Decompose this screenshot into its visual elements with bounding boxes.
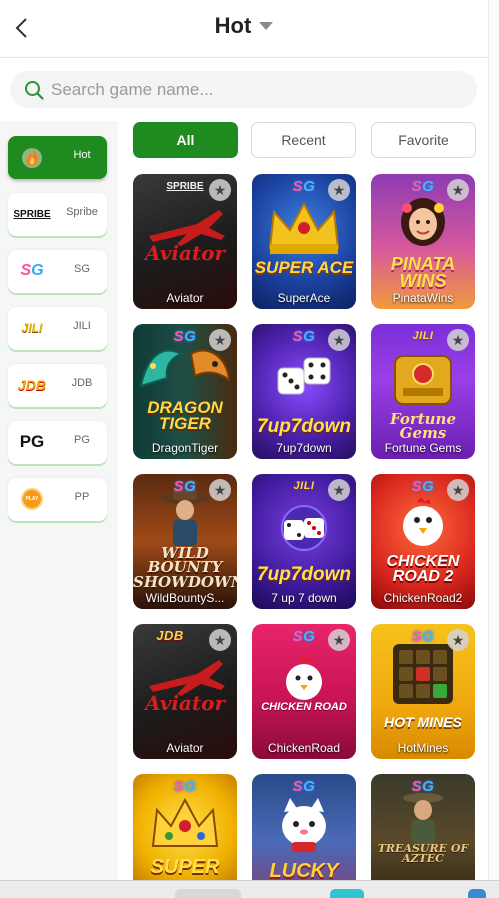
game-name: HotMines — [397, 741, 449, 755]
tab-favorite[interactable]: Favorite — [371, 122, 476, 158]
sidebar-item-pp[interactable]: PLAY PP — [8, 478, 107, 521]
gem-idol-art — [394, 355, 452, 405]
search-input[interactable] — [51, 71, 461, 108]
star-icon[interactable]: ★ — [209, 629, 231, 651]
star-icon[interactable]: ★ — [209, 329, 231, 351]
game-card[interactable]: SUPER SG — [133, 774, 237, 880]
nav-item[interactable] — [175, 889, 241, 898]
sidebar-item-label: Spribe — [66, 206, 98, 218]
scrollbar[interactable] — [488, 0, 499, 880]
chicken-art — [403, 498, 443, 546]
sg-logo-icon: SG — [20, 262, 44, 279]
star-icon[interactable]: ★ — [209, 479, 231, 501]
nav-item[interactable] — [330, 889, 364, 898]
game-card[interactable]: WILD BOUNTY SHOWDOWN SG ★ WildBountyS... — [133, 474, 237, 609]
game-card[interactable]: 7up7down JILI ★ 7 up 7 down — [252, 474, 356, 609]
star-icon[interactable]: ★ — [447, 329, 469, 351]
sidebar-item-label: PP — [74, 491, 90, 503]
lucky-cat-art — [282, 798, 326, 852]
star-icon[interactable]: ★ — [447, 479, 469, 501]
sidebar-item-label: JDB — [71, 377, 93, 389]
game-card[interactable]: HOT MINES SG ★ HotMines — [371, 624, 475, 759]
game-name: Aviator — [166, 741, 204, 755]
game-card[interactable]: TREASURE OF AZTEC SG — [371, 774, 475, 880]
star-icon[interactable]: ★ — [328, 629, 350, 651]
title-dropdown[interactable]: Hot — [0, 13, 488, 39]
game-card[interactable]: Aviator JDB ★ Aviator — [133, 624, 237, 759]
game-name: 7up7down — [276, 441, 332, 455]
crown-art — [268, 201, 340, 254]
game-card[interactable]: SUPER ACE SG ★ SuperAce — [252, 174, 356, 309]
mines-grid-art — [393, 644, 453, 704]
caret-down-icon — [259, 22, 274, 30]
game-card[interactable]: PINATA WINS SG ★ PinataWins — [371, 174, 475, 309]
search-icon — [25, 81, 44, 100]
sidebar-item-label: Hot — [73, 149, 91, 161]
jili-logo-icon: JILI — [21, 321, 43, 335]
sidebar-item-spribe[interactable]: SPRIBE Spribe — [8, 193, 107, 236]
flame-icon — [14, 146, 50, 168]
dice-art — [281, 505, 327, 551]
explorer-art — [403, 793, 443, 844]
sidebar-item-label: JILI — [73, 320, 91, 332]
game-name: WildBountyS... — [145, 591, 225, 605]
game-name: ChickenRoad — [267, 741, 341, 755]
cowgirl-art — [161, 490, 209, 546]
star-icon[interactable]: ★ — [328, 329, 350, 351]
hot-games-page: Hot Hot SPRIBE Spribe — [0, 0, 499, 898]
sidebar-item-jdb[interactable]: JDB JDB — [8, 364, 107, 407]
crown-art — [151, 797, 219, 847]
game-name: DragonTiger — [151, 441, 219, 455]
sidebar-item-hot[interactable]: Hot — [8, 136, 107, 179]
provider-sidebar: Hot SPRIBE Spribe SG SG JILI JILI JDB JD… — [0, 121, 118, 881]
sidebar-item-label: SG — [74, 263, 90, 275]
star-icon[interactable]: ★ — [447, 629, 469, 651]
sidebar-item-pg[interactable]: PG PG — [8, 421, 107, 464]
nav-item[interactable] — [468, 889, 486, 898]
sidebar-item-sg[interactable]: SG SG — [8, 250, 107, 293]
bottom-nav-strip — [0, 880, 499, 898]
game-name: SuperAce — [277, 291, 331, 305]
girl-art — [401, 198, 445, 246]
game-card[interactable]: LUCKY SG — [252, 774, 356, 880]
tab-recent[interactable]: Recent — [251, 122, 356, 158]
game-card[interactable]: CHICKEN ROAD SG ★ ChickenRoad — [252, 624, 356, 759]
game-card[interactable]: Aviator SPRIBE ★ Aviator — [133, 174, 237, 309]
game-name: Fortune Gems — [384, 441, 462, 455]
game-card[interactable]: 7up7down SG ★ 7up7down — [252, 324, 356, 459]
header: Hot — [0, 0, 488, 58]
jdb-logo-icon: JDB — [17, 377, 46, 393]
star-icon[interactable]: ★ — [328, 479, 350, 501]
game-name: ChickenRoad2 — [383, 591, 463, 605]
search-bar — [10, 71, 477, 108]
game-name: 7 up 7 down — [271, 591, 337, 605]
game-card[interactable]: CHICKEN ROAD 2 SG ★ ChickenRoad2 — [371, 474, 475, 609]
tab-all[interactable]: All — [133, 122, 238, 158]
game-grid: Aviator SPRIBE ★ Aviator SUPER ACE SG ★ … — [133, 174, 488, 880]
star-icon[interactable]: ★ — [447, 179, 469, 201]
page-title: Hot — [214, 13, 252, 38]
game-card[interactable]: Fortune Gems JILI ★ Fortune Gems — [371, 324, 475, 459]
star-icon[interactable]: ★ — [209, 179, 231, 201]
game-card[interactable]: DRAGON TIGER SG ★ DragonTiger — [133, 324, 237, 459]
sidebar-item-label: PG — [74, 434, 90, 446]
star-icon[interactable]: ★ — [328, 179, 350, 201]
dice-art — [277, 357, 331, 395]
pp-logo-icon: PLAY — [14, 488, 50, 510]
game-name: PinataWins — [392, 291, 454, 305]
pg-logo-icon: PG — [19, 432, 45, 451]
chicken-art — [286, 656, 322, 700]
game-name: Aviator — [166, 291, 204, 305]
sidebar-item-jili[interactable]: JILI JILI — [8, 307, 107, 350]
spribe-logo-icon: SPRIBE — [13, 208, 51, 220]
